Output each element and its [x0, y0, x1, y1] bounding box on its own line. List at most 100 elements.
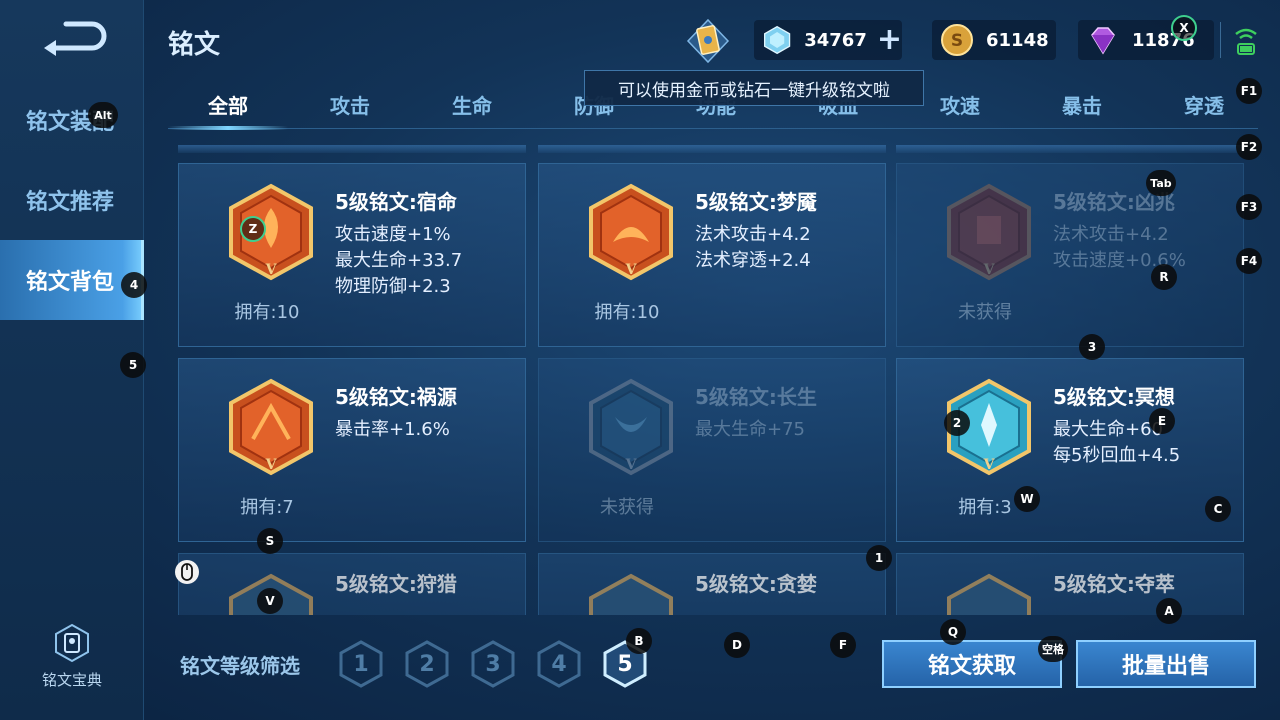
purple-gem-icon — [1091, 27, 1115, 55]
key-hint: S — [257, 528, 283, 554]
inscription-card[interactable]: V 5级铭文:冥想 最大生命+60 每5秒回血+4.5 拥有:3 — [896, 358, 1244, 542]
level-filter-3[interactable]: 3 — [470, 652, 516, 677]
upgrade-tooltip: 可以使用金币或钻石一键升级铭文啦 — [584, 70, 924, 106]
key-hint: D — [724, 632, 750, 658]
card-attr: 最大生命+60 — [1053, 419, 1163, 440]
emblem-omen-icon: V — [947, 183, 1031, 281]
obtain-button[interactable]: 铭文获取 — [882, 640, 1062, 688]
gold-count: 61148 — [986, 29, 1049, 51]
key-hint: B — [626, 628, 652, 654]
tab-crit[interactable]: 暴击 — [1022, 90, 1142, 119]
key-hint: Q — [940, 619, 966, 645]
card-owned: 拥有:3 — [958, 497, 1012, 518]
sidebar-item-equip[interactable]: 铭文装配 — [0, 80, 144, 160]
key-hint: 2 — [944, 410, 970, 436]
emblem-longevity-icon: V — [589, 378, 673, 476]
card-attr: 法术穿透+2.4 — [695, 250, 811, 271]
wifi-battery-icon — [1235, 28, 1257, 55]
card-name: 5级铭文:长生 — [695, 385, 817, 409]
svg-text:V: V — [625, 262, 638, 278]
card-owned: 拥有:7 — [240, 497, 294, 518]
sidebar-item-recommend[interactable]: 铭文推荐 — [0, 160, 144, 240]
header-divider — [1220, 22, 1221, 58]
tab-health[interactable]: 生命 — [412, 90, 532, 119]
card-edge — [538, 145, 886, 153]
emblem-nightmare-icon: V — [589, 183, 673, 281]
key-hint: 5 — [120, 352, 146, 378]
card-owned: 拥有:10 — [594, 302, 660, 323]
card-name: 5级铭文:梦魇 — [695, 190, 817, 214]
diamond-icon — [764, 25, 791, 55]
level-filter-2[interactable]: 2 — [404, 652, 450, 677]
emblem-fate-icon: V — [229, 183, 313, 281]
svg-text:V: V — [983, 457, 996, 473]
card-edge — [896, 145, 1244, 153]
card-owned: 未获得 — [958, 302, 1012, 323]
diamond-count: 34767 — [804, 29, 867, 51]
card-pack-icon[interactable] — [686, 18, 730, 64]
inscription-card[interactable]: 5级铭文:夺萃 — [896, 553, 1244, 615]
key-hint: F2 — [1236, 134, 1262, 160]
key-hint: 4 — [121, 272, 147, 298]
card-attr: 物理防御+2.3 — [335, 276, 451, 297]
key-hint: X — [1171, 15, 1197, 41]
card-attr: 法术攻击+4.2 — [1053, 224, 1169, 245]
back-arrow-icon[interactable] — [36, 18, 108, 62]
svg-text:V: V — [265, 262, 278, 278]
inscription-card[interactable]: 5级铭文:狩猎 — [178, 553, 526, 615]
level-filter-5[interactable]: 5 — [602, 652, 648, 677]
card-owned: 未获得 — [600, 497, 654, 518]
add-diamond-icon[interactable]: + — [877, 25, 902, 55]
tab-attack[interactable]: 攻击 — [290, 90, 410, 119]
emblem-plunder-icon — [947, 573, 1031, 615]
card-name: 5级铭文:宿命 — [335, 190, 457, 214]
emblem-calamity-icon: V — [229, 378, 313, 476]
svg-text:V: V — [625, 457, 638, 473]
mouse-icon — [175, 560, 199, 584]
key-hint: F3 — [1236, 194, 1262, 220]
svg-text:V: V — [983, 262, 996, 278]
key-hint: Tab — [1146, 170, 1176, 196]
level-filter-4[interactable]: 4 — [536, 652, 582, 677]
diamond-counter: 34767 + — [754, 20, 902, 60]
inscription-card[interactable]: V 5级铭文:长生 最大生命+75 未获得 — [538, 358, 886, 542]
page-title: 铭文 — [168, 30, 221, 60]
key-hint: V — [257, 588, 283, 614]
card-attr: 最大生命+75 — [695, 419, 805, 440]
level-filter-1[interactable]: 1 — [338, 652, 384, 677]
codex-label: 铭文宝典 — [41, 671, 102, 689]
inscription-card[interactable]: V 5级铭文:宿命 攻击速度+1% 最大生命+33.7 物理防御+2.3 拥有:… — [178, 163, 526, 347]
inscription-card[interactable]: V 5级铭文:梦魇 法术攻击+4.2 法术穿透+2.4 拥有:10 — [538, 163, 886, 347]
card-attr: 每5秒回血+4.5 — [1053, 445, 1181, 466]
card-name: 5级铭文:冥想 — [1053, 385, 1175, 409]
card-attr: 最大生命+33.7 — [335, 250, 463, 271]
svg-text:S: S — [951, 31, 963, 51]
inscription-card[interactable]: V 5级铭文:凶兆 法术攻击+4.2 攻击速度+0.6% 未获得 — [896, 163, 1244, 347]
bulk-sell-button[interactable]: 批量出售 — [1076, 640, 1256, 688]
key-hint: F1 — [1236, 78, 1262, 104]
inscription-grid: V 5级铭文:宿命 攻击速度+1% 最大生命+33.7 物理防御+2.3 拥有:… — [178, 145, 1248, 615]
level-filter-label: 铭文等级筛选 — [180, 654, 300, 678]
key-hint: F — [830, 632, 856, 658]
inscription-card[interactable]: V 5级铭文:祸源 暴击率+1.6% 拥有:7 — [178, 358, 526, 542]
key-hint: 1 — [866, 545, 892, 571]
key-hint: A — [1156, 598, 1182, 624]
key-hint: Alt — [88, 102, 118, 128]
svg-text:V: V — [265, 457, 278, 473]
codex-button[interactable]: 铭文宝典 — [0, 623, 144, 690]
key-hint: F4 — [1236, 248, 1262, 274]
card-name: 5级铭文:贪婪 — [695, 572, 817, 596]
tab-active-indicator — [168, 126, 288, 130]
card-name: 5级铭文:夺萃 — [1053, 572, 1175, 596]
key-hint: W — [1014, 486, 1040, 512]
tab-all[interactable]: 全部 — [168, 90, 288, 119]
card-name: 5级铭文:祸源 — [335, 385, 457, 409]
card-edge — [178, 145, 526, 153]
card-attr: 攻击速度+1% — [335, 224, 451, 245]
key-hint: R — [1151, 264, 1177, 290]
gold-coin-icon: S — [941, 24, 973, 56]
card-attr: 暴击率+1.6% — [335, 419, 450, 440]
key-hint: 空格 — [1038, 636, 1068, 662]
inscription-card[interactable]: 5级铭文:贪婪 — [538, 553, 886, 615]
card-owned: 拥有:10 — [234, 302, 300, 323]
